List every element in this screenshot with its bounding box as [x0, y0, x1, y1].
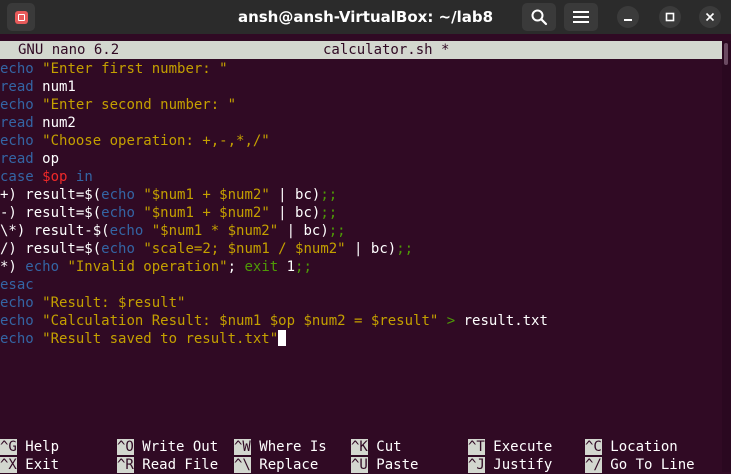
shortcut-bar: ^G Help ^O Write Out ^W Where Is ^K Cut … [0, 438, 722, 474]
nano-version: GNU nano 6.2 [18, 42, 120, 58]
hamburger-menu-icon [573, 11, 589, 23]
keyword: echo [0, 295, 34, 311]
close-button[interactable] [699, 6, 721, 28]
code-line: echo "Choose operation: +,-,*,/" [0, 132, 722, 150]
keyword: esac [0, 277, 34, 293]
shortcut-row: ^X Exit ^R Read File ^\ Replace ^U Paste… [0, 456, 722, 474]
string-literal: "Calculation Result: $num1 $op $num2 = $… [42, 313, 439, 329]
shortcut-read-file[interactable]: ^R Read File [117, 456, 218, 474]
keyword: echo [101, 187, 135, 203]
code-line: case $op in [0, 168, 722, 186]
keyword: echo [0, 331, 34, 347]
new-tab-icon [14, 10, 28, 24]
shortcut-execute[interactable]: ^T Execute [468, 438, 552, 456]
shortcut-exit[interactable]: ^X Exit [0, 456, 59, 474]
string-literal: "Enter second number: " [42, 97, 237, 113]
code-line: +) result=$(echo "$num1 + $num2" | bc);; [0, 187, 338, 203]
keyword: case [0, 169, 34, 185]
code-line: read num2 [0, 115, 76, 131]
string-literal: "$num1 * $num2" [151, 223, 279, 239]
code-line: *) echo "Invalid operation"; exit 1;; [0, 259, 312, 275]
string-literal: "Choose operation: +,-,*,/" [42, 133, 270, 149]
maximize-icon [665, 12, 675, 22]
title-bar: ansh@ansh-VirtualBox: ~/lab8 [0, 0, 731, 34]
keyword: read [0, 79, 34, 95]
keyword: in [75, 169, 93, 185]
shortcut-replace[interactable]: ^\ Replace [234, 456, 318, 474]
code-line: echo "Result saved to result.txt" [0, 330, 722, 348]
minimize-button[interactable] [617, 6, 639, 28]
keyword: echo [109, 223, 144, 239]
keyword: echo [101, 241, 135, 257]
shortcut-paste[interactable]: ^U Paste [351, 456, 418, 474]
code-line: /) result=$(echo "scale=2; $num1 / $num2… [0, 241, 414, 257]
keyword: echo [25, 259, 60, 275]
file-name: calculator.sh * [323, 42, 450, 58]
operator: ;; [320, 187, 338, 203]
shortcut-write-out[interactable]: ^O Write Out [117, 438, 218, 456]
scrollbar[interactable] [722, 41, 731, 472]
keyword: echo [101, 205, 135, 221]
keyword: read [0, 151, 34, 167]
code-line: read op [0, 151, 60, 167]
search-icon [531, 9, 548, 26]
code-line: echo "Calculation Result: $num1 $op $num… [0, 313, 548, 329]
shortcut-justify[interactable]: ^J Justify [468, 456, 552, 474]
operator: ;; [320, 205, 338, 221]
code-line: echo "Result: $result" [0, 294, 722, 312]
code-editor[interactable]: echo "Enter first number: " read num1 ec… [0, 60, 722, 348]
string-literal: "Enter first number: " [42, 61, 228, 77]
keyword: read [0, 115, 34, 131]
string-literal: "$num1 + $num2" [143, 205, 270, 221]
shortcut-go-to-line[interactable]: ^/ Go To Line [585, 456, 695, 474]
new-tab-button[interactable] [7, 3, 35, 31]
string-literal: "Result: $result" [42, 295, 186, 311]
maximize-button[interactable] [659, 6, 681, 28]
string-literal: "$num1 + $num2" [143, 187, 270, 203]
redirect-operator: > [446, 313, 456, 329]
shortcut-location[interactable]: ^C Location [585, 438, 678, 456]
shortcut-help[interactable]: ^G Help [0, 438, 59, 456]
menu-button[interactable] [564, 3, 598, 31]
operator: ;; [295, 259, 312, 275]
string-literal: "Invalid operation" [67, 259, 228, 275]
keyword: echo [0, 97, 34, 113]
search-button[interactable] [522, 3, 556, 31]
operator: ;; [328, 223, 346, 239]
minimize-icon [624, 19, 632, 21]
close-icon [705, 12, 715, 22]
variable: $op [42, 169, 68, 185]
code-line: esac [0, 276, 722, 294]
code-line: read num1 [0, 79, 76, 95]
nano-header-bar: GNU nano 6.2 calculator.sh * [0, 41, 722, 59]
shortcut-row: ^G Help ^O Write Out ^W Where Is ^K Cut … [0, 438, 722, 456]
operator: ;; [396, 241, 414, 257]
shortcut-cut[interactable]: ^K Cut [351, 438, 402, 456]
code-line: echo "Enter second number: " [0, 96, 722, 114]
shortcut-where-is[interactable]: ^W Where Is [234, 438, 327, 456]
keyword-exit: exit [244, 259, 279, 275]
keyword: echo [0, 61, 34, 77]
string-literal: "scale=2; $num1 / $num2" [143, 241, 346, 257]
string-literal: "Result saved to result.txt" [42, 331, 279, 347]
keyword: echo [0, 313, 34, 329]
keyword: echo [0, 133, 34, 149]
code-line: \*) result-$(echo "$num1 * $num2" | bc);… [0, 223, 346, 239]
text-cursor [278, 330, 287, 346]
code-line: echo "Enter first number: " [0, 60, 722, 78]
code-line: -) result=$(echo "$num1 + $num2" | bc);; [0, 205, 338, 221]
